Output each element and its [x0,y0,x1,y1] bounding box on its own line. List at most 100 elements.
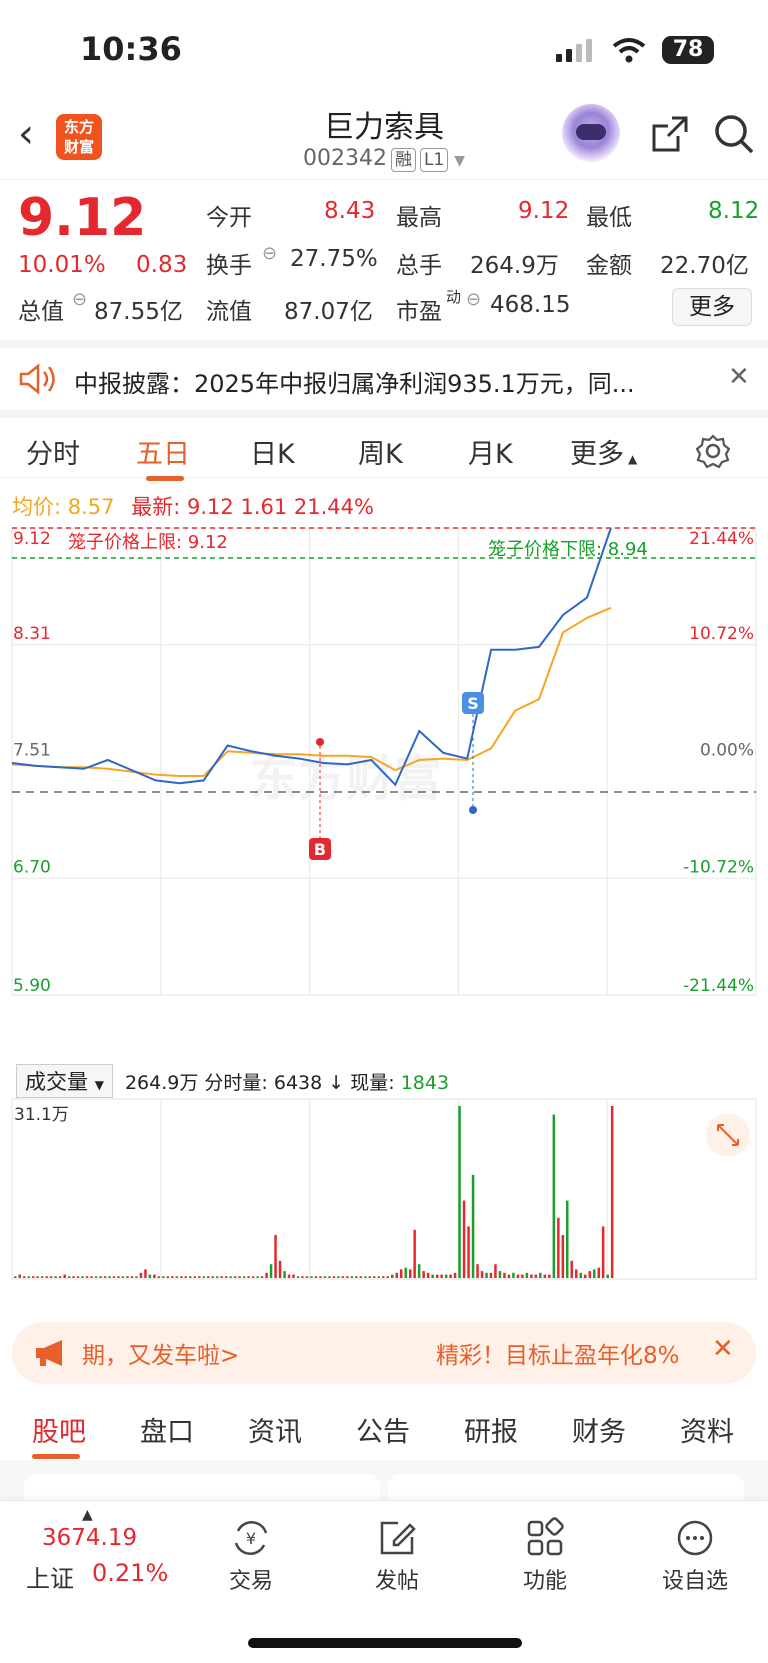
tab-profile[interactable]: 资料 [680,1410,734,1449]
megaphone-icon [36,1340,62,1366]
volume-chart[interactable]: 31.1万 08/11 08/12 08/13 08/14 08/15 [0,1098,768,1283]
volume-bar [498,1271,502,1278]
volume-bar [220,1276,223,1278]
volume-bar [251,1276,255,1278]
index-name[interactable]: 上证 [26,1559,74,1594]
chevron-down-icon: ▼ [454,153,466,169]
volume-bar [166,1276,170,1278]
y-tick-label-pct: -21.44% [683,976,754,996]
x-tick-label: 08/15 [656,1282,708,1283]
volume-bar [548,1274,551,1278]
tab-news[interactable]: 资讯 [248,1410,302,1449]
volume-bar [135,1276,138,1278]
share-icon[interactable] [650,114,690,154]
tab-five-day[interactable]: 五日 [136,432,190,471]
promo-banner[interactable]: 期，又发车啦> 精彩！目标止盈年化8% ✕ [12,1322,756,1384]
volume-bar [180,1276,183,1278]
volume-bar [557,1217,560,1278]
back-button[interactable]: ‹ [18,114,34,154]
low-value: 8.12 [708,198,760,224]
close-icon[interactable]: ✕ [712,1334,734,1364]
volume-bar [153,1274,156,1278]
nav-trade[interactable]: ¥ 交易 [196,1517,306,1595]
y-tick-label: 9.12 [13,529,51,549]
volume-bar [292,1274,295,1278]
info-icon[interactable]: ⊖ [466,289,481,310]
turnover-label: 换手 [206,253,252,279]
volume-bar [319,1276,322,1278]
info-icon[interactable]: ⊖ [72,289,87,310]
volume-bar [350,1276,354,1278]
volume-bar [566,1200,569,1278]
volume-bar [440,1274,443,1278]
gear-icon[interactable] [696,434,730,468]
nav-watchlist[interactable]: 设自选 [640,1517,750,1595]
tab-weekly-k[interactable]: 周K [358,432,403,471]
close-icon[interactable]: ✕ [728,362,750,392]
last-value: 9.12 [186,495,234,519]
more-button[interactable]: 更多 [672,288,752,326]
volume-bar [467,1226,470,1278]
volume-total: 264.9万 [124,1072,199,1094]
tab-more[interactable]: 更多 ▲ [570,432,637,471]
tab-research[interactable]: 研报 [464,1410,518,1449]
level-tag: L1 [419,148,449,172]
price-chart[interactable]: 东方财富 笼子价格上限: 9.12 笼子价格下限: 8.94 9.12 8.31 7… [0,520,768,1060]
volume-bar [117,1276,120,1278]
nav-functions[interactable]: 功能 [490,1517,600,1595]
tab-announcements[interactable]: 公告 [356,1410,410,1449]
tab-orderbook[interactable]: 盘口 [140,1410,194,1449]
volume-bar [144,1269,147,1278]
volume-bar [328,1276,331,1278]
index-percent[interactable]: 0.21% [92,1559,168,1587]
volume-bar [90,1276,93,1278]
promo-text-left: 期，又发车啦> [82,1343,240,1369]
volume-bar [81,1276,84,1278]
volume-bar [404,1267,407,1278]
volume-bar [355,1276,358,1278]
y-tick-label: 8.31 [13,624,51,644]
volume-bar [323,1276,327,1278]
volume-bar [597,1267,600,1278]
volume-bar [507,1274,511,1278]
tab-daily-k[interactable]: 日K [250,432,295,471]
tab-guba[interactable]: 股吧 [32,1410,86,1449]
buy-marker-dot [316,738,324,746]
tab-intraday[interactable]: 分时 [26,432,80,471]
volume-bar [409,1269,412,1278]
tab-finance[interactable]: 财务 [572,1410,626,1449]
home-indicator [248,1638,522,1648]
volume-bar [395,1272,398,1278]
notice-bar[interactable]: 中报披露：2025年中报归属净利润935.1万元，同... ✕ [0,340,768,410]
y-tick-label-pct: -10.72% [683,857,754,877]
indicator-select[interactable]: 成交量 ▼ [16,1064,113,1098]
x-tick-label: 08/14 [507,1282,559,1283]
stock-code: 002342 [302,146,387,171]
volume-bar [426,1272,430,1278]
volume-bar [260,1276,264,1278]
volume-bar [121,1276,125,1278]
change-amount: 0.83 [136,252,188,278]
volume-bar [400,1269,403,1278]
volume-bar [462,1200,466,1278]
volume-bar [189,1276,192,1278]
volume-bar [552,1114,556,1278]
volume-bar [431,1274,434,1278]
volume-bar [130,1276,134,1278]
volume-bar [40,1276,44,1278]
volume-bar [283,1271,286,1278]
nav-post[interactable]: 发帖 [342,1517,452,1595]
tab-monthly-k[interactable]: 月K [468,432,513,471]
info-icon[interactable]: ⊖ [262,243,277,264]
stock-code-row[interactable]: 002342 融 L1 ▼ [260,146,508,172]
volume-bar [579,1272,582,1278]
current-volume: 1843 [400,1072,450,1094]
last-change: 1.61 [240,495,288,519]
volume-bar [584,1274,587,1278]
assistant-avatar-icon[interactable] [562,104,620,162]
volume-bar [391,1274,394,1278]
grid-icon [527,1517,564,1556]
index-value[interactable]: 3674.19 [42,1525,137,1551]
volume-bar [458,1106,461,1278]
search-icon[interactable] [712,112,756,156]
